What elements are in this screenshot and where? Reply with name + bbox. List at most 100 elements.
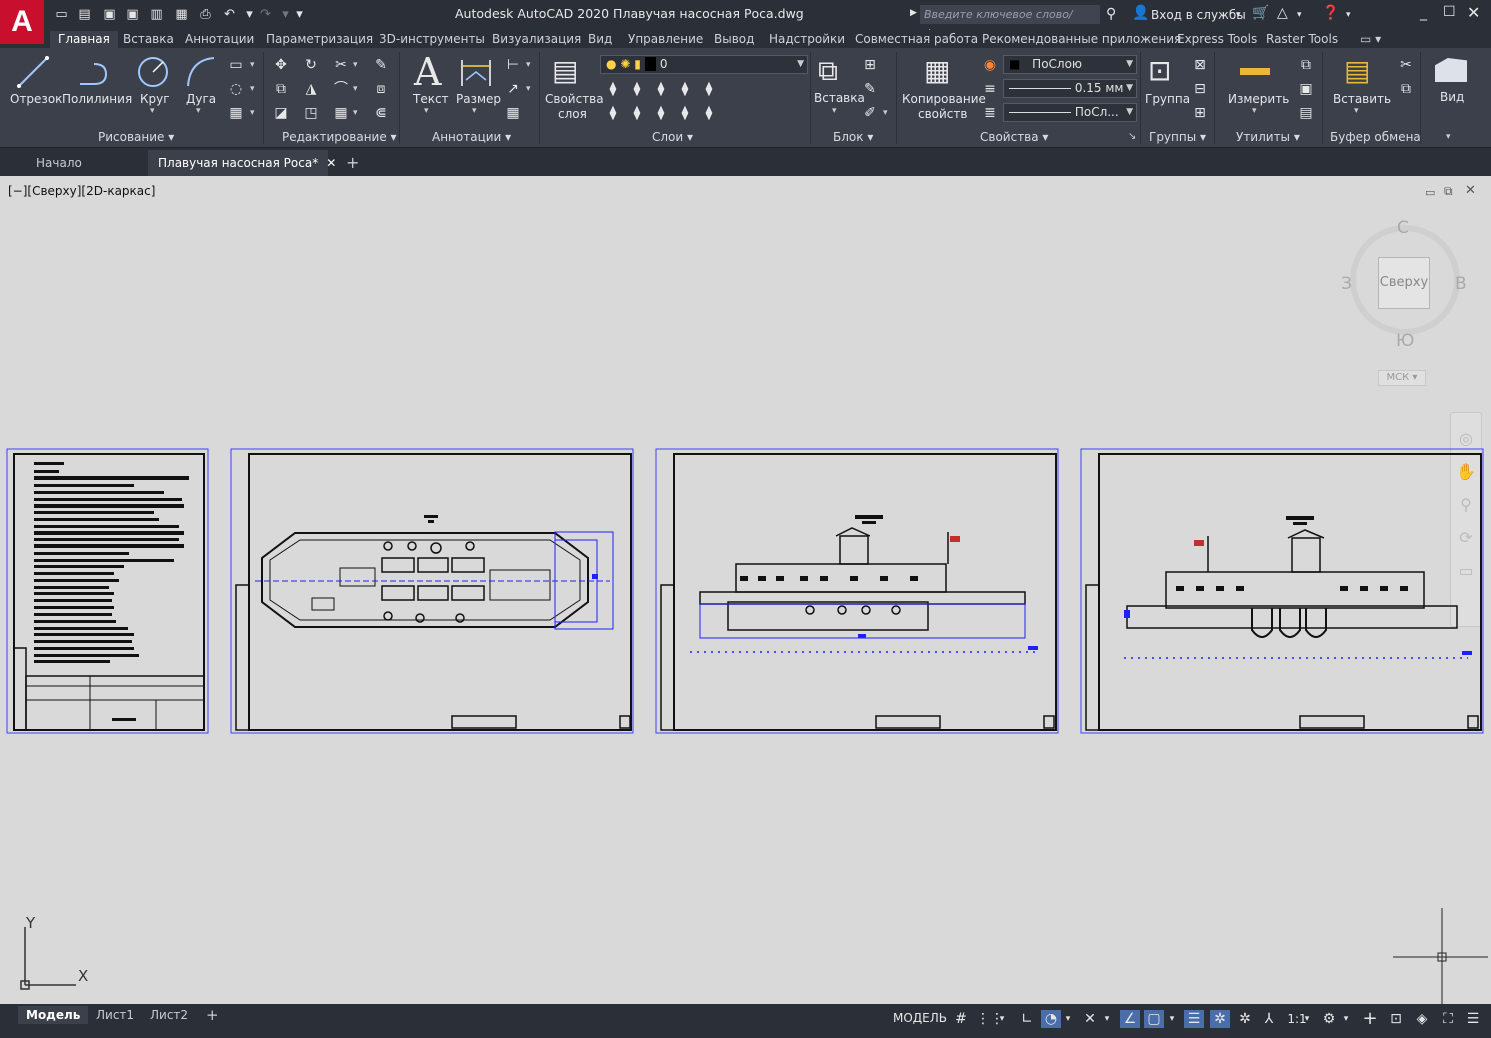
hatch-dropdown-icon[interactable]: ▾ <box>250 84 255 94</box>
layers-panel-title[interactable]: Слои ▾ <box>652 130 693 144</box>
layout-tab-sheet2[interactable]: Лист2 <box>142 1006 196 1024</box>
edit-block-icon[interactable]: ✎ <box>861 80 879 98</box>
tab-featured-apps[interactable]: Рекомендованные приложения <box>974 31 1189 48</box>
viewport-minimize-icon[interactable]: ▭ <box>1425 186 1435 199</box>
help-icon[interactable]: ❓ <box>1322 5 1339 21</box>
sheet-side-elevation[interactable] <box>655 448 1059 734</box>
annotation-monitor-icon[interactable]: + <box>1360 1010 1380 1028</box>
measure-dropdown-icon[interactable]: ▾ <box>1252 106 1257 116</box>
color-wheel-icon[interactable]: ◉ <box>981 56 999 74</box>
trim-icon[interactable]: ✂ <box>332 56 350 74</box>
rectangle-icon[interactable]: ▭ <box>227 56 245 74</box>
paste-dropdown-icon[interactable]: ▾ <box>1354 106 1359 116</box>
viewcube-east[interactable]: В <box>1455 274 1467 294</box>
view-button[interactable]: Вид <box>1440 90 1464 104</box>
group-icon[interactable]: ⊡ <box>1148 54 1171 87</box>
linetype-icon[interactable]: ≣ <box>981 104 999 122</box>
close-tab-icon[interactable]: ✕ <box>326 156 336 170</box>
tab-view[interactable]: Вид <box>580 31 620 48</box>
tab-addins[interactable]: Надстройки <box>761 31 853 48</box>
linear-dim-dropdown-icon[interactable]: ▾ <box>526 60 531 70</box>
group-edit-icon[interactable]: ⊟ <box>1191 80 1209 98</box>
array-dropdown-icon[interactable]: ▾ <box>353 108 358 118</box>
match-properties-icon[interactable]: ▦ <box>924 54 950 87</box>
hardware-acceleration-icon[interactable]: ◈ <box>1412 1010 1432 1028</box>
quick-select-icon[interactable]: ⧉ <box>1297 56 1315 74</box>
insert-block-button[interactable]: Вставка <box>814 91 865 105</box>
copy-clip-icon[interactable]: ⧉ <box>1397 80 1415 98</box>
new-tab-icon[interactable]: + <box>336 150 369 176</box>
move-icon[interactable]: ✥ <box>272 56 290 74</box>
properties-panel-title[interactable]: Свойства ▾ <box>980 130 1048 144</box>
erase-icon[interactable]: ✎ <box>372 56 390 74</box>
scale-icon[interactable]: ◳ <box>302 104 320 122</box>
undo-icon[interactable]: ↶ <box>222 7 237 22</box>
minimize-icon[interactable]: _ <box>1420 5 1427 21</box>
layer-tool-4-icon[interactable]: ⧫ <box>676 80 694 98</box>
arc-button[interactable]: Дуга <box>186 92 216 106</box>
a360-dropdown-icon[interactable]: ▾ <box>1297 10 1302 20</box>
annotation-visibility-icon[interactable]: ✲ <box>1210 1010 1230 1028</box>
measure-button[interactable]: Измерить <box>1228 92 1289 106</box>
tab-parametric[interactable]: Параметризация <box>258 31 381 48</box>
lineweight-display-icon[interactable]: ☰ <box>1184 1010 1204 1028</box>
fillet-dropdown-icon[interactable]: ▾ <box>353 84 358 94</box>
workspace-dropdown-icon[interactable]: ▾ <box>1340 1010 1352 1028</box>
polar-tracking-icon[interactable]: ◔ <box>1041 1010 1061 1028</box>
isodraft-dropdown-icon[interactable]: ▾ <box>1101 1010 1113 1028</box>
polar-dropdown-icon[interactable]: ▾ <box>1062 1010 1074 1028</box>
edit-attributes-icon[interactable]: ✐ <box>861 104 879 122</box>
model-space-button[interactable]: МОДЕЛЬ <box>893 1011 947 1025</box>
circle-dropdown-icon[interactable]: ▾ <box>150 106 155 116</box>
tab-raster-tools[interactable]: Raster Tools <box>1258 31 1346 48</box>
tab-express-tools[interactable]: Express Tools <box>1169 31 1265 48</box>
layout-tab-sheet1[interactable]: Лист1 <box>88 1006 142 1024</box>
sign-in-dropdown-icon[interactable]: ▾ <box>1236 10 1241 20</box>
ucs-menu-button[interactable]: МСК ▾ <box>1378 370 1426 386</box>
rectangle-dropdown-icon[interactable]: ▾ <box>250 60 255 70</box>
annotation-panel-title[interactable]: Аннотации ▾ <box>432 130 511 144</box>
layer-tool-3-icon[interactable]: ⧫ <box>652 80 670 98</box>
paste-button[interactable]: Вставить <box>1333 92 1391 106</box>
offset-icon[interactable]: ⋐ <box>372 104 390 122</box>
layer-tool-1-icon[interactable]: ⧫ <box>604 80 622 98</box>
viewport-close-icon[interactable]: ✕ <box>1465 183 1476 198</box>
dimension-icon[interactable] <box>458 54 494 90</box>
attributes-dropdown-icon[interactable]: ▾ <box>883 108 888 118</box>
line-icon[interactable] <box>16 54 50 90</box>
ortho-icon[interactable]: ∟ <box>1017 1010 1037 1028</box>
undo-dropdown-icon[interactable]: ▾ <box>242 7 257 22</box>
file-tab-drawing[interactable]: Плавучая насосная Роса* ✕ <box>148 150 336 176</box>
properties-dialog-launcher-icon[interactable]: ↘ <box>1128 131 1136 142</box>
object-snap-icon[interactable]: ▢ <box>1144 1010 1164 1028</box>
snap-icon[interactable]: ⋮⋮ <box>976 1010 1004 1028</box>
calculator-icon[interactable]: ▤ <box>1297 104 1315 122</box>
copy-icon[interactable]: ⧉ <box>272 80 290 98</box>
group-select-icon[interactable]: ⊞ <box>1191 104 1209 122</box>
leader-icon[interactable]: ↗ <box>504 80 522 98</box>
table-icon[interactable]: ▦ <box>504 104 522 122</box>
ribbon-minimize-icon[interactable]: ▭ ▾ <box>1352 31 1389 48</box>
maximize-icon[interactable]: ☐ <box>1443 4 1456 20</box>
save-icon[interactable]: ▣ <box>102 7 117 22</box>
a360-icon[interactable]: △ <box>1277 5 1288 21</box>
polyline-icon[interactable] <box>76 56 112 90</box>
layout-tab-model[interactable]: Модель <box>18 1006 89 1024</box>
fillet-icon[interactable]: ⌒ <box>332 80 350 98</box>
viewcube-west[interactable]: З <box>1341 274 1352 294</box>
sheet-plan-view[interactable] <box>230 448 634 734</box>
layer-tool-9-icon[interactable]: ⧫ <box>676 104 694 122</box>
tab-manage[interactable]: Управление <box>620 31 711 48</box>
mirror-icon[interactable]: ◮ <box>302 80 320 98</box>
customization-menu-icon[interactable]: ☰ <box>1463 1010 1483 1028</box>
view-dropdown-icon[interactable]: ▾ <box>1446 132 1451 142</box>
redo-icon[interactable]: ↷ <box>258 7 273 22</box>
add-layout-icon[interactable]: + <box>198 1006 227 1024</box>
groups-panel-title[interactable]: Группы ▾ <box>1149 130 1206 144</box>
clipboard-panel-title[interactable]: Буфер обмена <box>1330 130 1421 144</box>
group-button[interactable]: Группа <box>1145 92 1190 106</box>
rotate-icon[interactable]: ↻ <box>302 56 320 74</box>
insert-block-icon[interactable]: ⧉ <box>818 54 838 88</box>
layer-properties-button[interactable]: Свойства <box>545 92 604 106</box>
hatch-icon[interactable]: ◌ <box>227 80 245 98</box>
